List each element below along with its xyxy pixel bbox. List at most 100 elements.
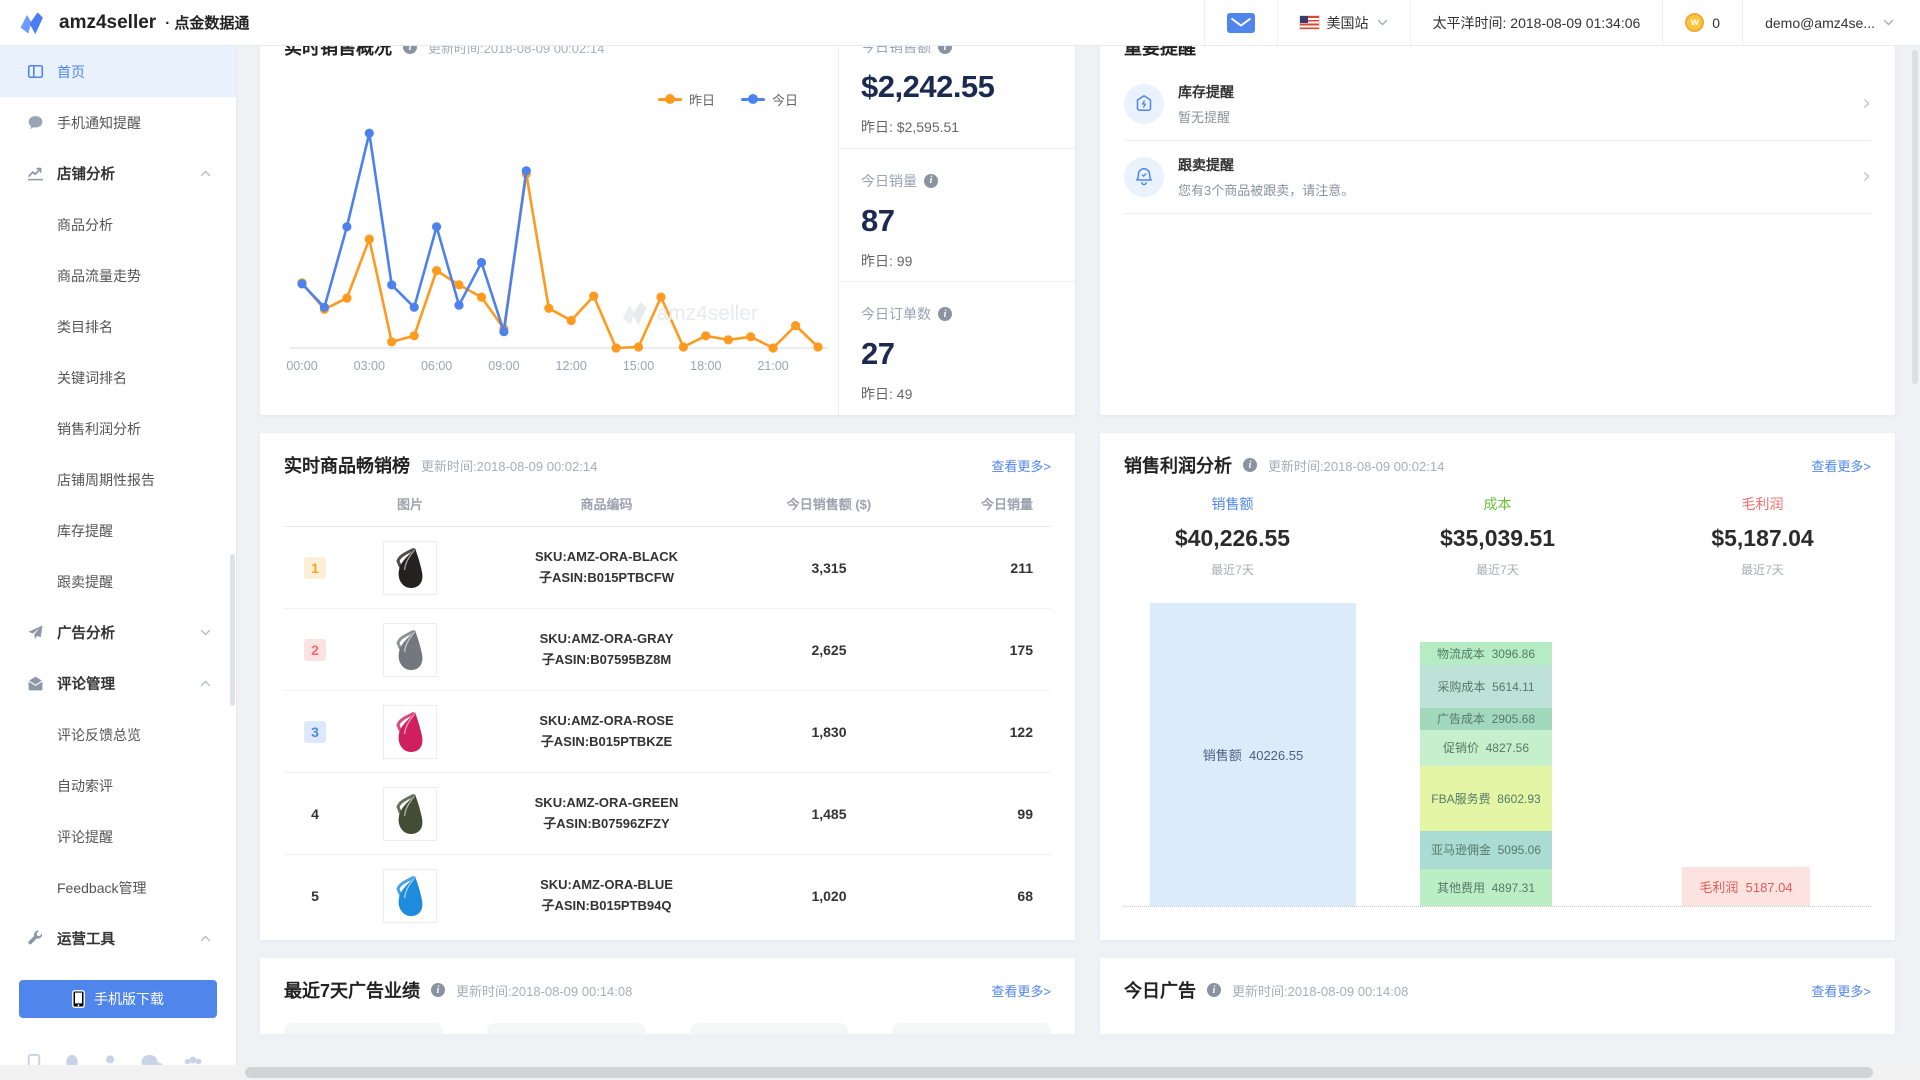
sidebar-item-7[interactable]: 关键词排名 (0, 352, 236, 403)
timezone-clock: 太平洋时间: 2018-08-09 01:34:06 (1410, 0, 1663, 45)
column-header: 今日销量 (919, 494, 1051, 513)
info-icon[interactable]: i (431, 983, 445, 997)
alert-title: 跟卖提醒 (1178, 155, 1354, 175)
today-sales: 1,830 (739, 724, 919, 740)
cost-segment: 其他费用 4897.31 (1420, 869, 1552, 906)
sidebar-nav: 首页手机通知提醒店铺分析商品分析商品流量走势类目排名关键词排名销售利润分析店铺周… (0, 46, 236, 964)
profit-title: 销售利润分析 (1124, 452, 1232, 478)
chevron-down-icon (1883, 19, 1894, 26)
mobile-download-button[interactable]: 手机版下载 (19, 980, 217, 1018)
sidebar-item-15[interactable]: 自动索评 (0, 760, 236, 811)
stat-yesterday: 昨日: 99 (861, 251, 1053, 271)
bestseller-row-1[interactable]: 1 SKU:AMZ-ORA-BLACK子ASIN:B015PTBCFW 3,31… (284, 527, 1051, 609)
ads7-updated: 更新时间:2018-08-09 00:14:08 (456, 981, 632, 1000)
cost-segment: 亚马逊佣金 5095.06 (1420, 831, 1552, 869)
svg-text:09:00: 09:00 (488, 359, 519, 373)
site-selector[interactable]: 美国站 (1277, 0, 1410, 45)
review-icon (27, 675, 44, 692)
mail-button[interactable] (1204, 0, 1277, 45)
time-label: 太平洋时间: 2018-08-09 01:34:06 (1433, 13, 1641, 33)
alert-item-2[interactable]: 跟卖提醒 您有3个商品被跟卖，请注意。 › (1124, 141, 1871, 214)
sidebar-item-14[interactable]: 评论反馈总览 (0, 709, 236, 760)
ads7-more-link[interactable]: 查看更多> (991, 981, 1051, 1000)
today-qty: 99 (919, 806, 1051, 822)
info-icon[interactable]: i (1243, 458, 1257, 472)
bestseller-row-5[interactable]: 5 SKU:AMZ-ORA-BLUE子ASIN:B015PTB94Q 1,020… (284, 855, 1051, 937)
sidebar-item-9[interactable]: 店铺周期性报告 (0, 454, 236, 505)
stat-yesterday: 昨日: 49 (861, 384, 1053, 404)
info-icon[interactable]: i (938, 307, 952, 321)
us-flag-icon (1300, 16, 1319, 29)
info-icon[interactable]: i (924, 174, 938, 188)
alert-desc: 您有3个商品被跟卖，请注意。 (1178, 180, 1354, 199)
page-horizontal-scrollbar[interactable] (245, 1067, 1873, 1078)
stat-placeholder (892, 1023, 1051, 1034)
sidebar-scrollbar[interactable] (230, 554, 235, 706)
coin-count: 0 (1712, 15, 1720, 31)
sidebar-item-5[interactable]: 商品流量走势 (0, 250, 236, 301)
sidebar-item-4[interactable]: 商品分析 (0, 199, 236, 250)
sidebar-item-1[interactable]: 首页 (0, 46, 236, 97)
svg-text:15:00: 15:00 (623, 359, 654, 373)
ads7-card: 最近7天广告业绩 i 更新时间:2018-08-09 00:14:08 查看更多… (260, 958, 1075, 1034)
svg-text:18:00: 18:00 (690, 359, 721, 373)
chevron-right-icon: › (1862, 166, 1871, 188)
sidebar-item-17[interactable]: Feedback管理 (0, 862, 236, 913)
stat-value: $35,039.51 (1365, 525, 1630, 552)
chevron-down-icon (200, 629, 211, 636)
sidebar-item-18[interactable]: 运营工具 (0, 913, 236, 964)
today-qty: 68 (919, 888, 1051, 904)
svg-text:00:00: 00:00 (286, 359, 317, 373)
svg-text:12:00: 12:00 (556, 359, 587, 373)
bestsellers-more-link[interactable]: 查看更多> (991, 456, 1051, 475)
svg-text:03:00: 03:00 (354, 359, 385, 373)
sidebar-item-12[interactable]: 广告分析 (0, 607, 236, 658)
page-vertical-scrollbar[interactable] (1912, 50, 1918, 384)
info-icon[interactable]: i (1207, 983, 1221, 997)
cost-segment: 广告成本 2905.68 (1420, 708, 1552, 730)
follow-sell-alert-icon (1124, 157, 1164, 197)
coin-balance[interactable]: w 0 (1662, 0, 1742, 45)
product-code: SKU:AMZ-ORA-BLACK子ASIN:B015PTBCFW (474, 547, 739, 589)
ads-today-more-link[interactable]: 查看更多> (1811, 981, 1871, 1000)
sidebar-item-6[interactable]: 类目排名 (0, 301, 236, 352)
legend-item-今日[interactable]: 今日 (741, 90, 798, 108)
column-header: 今日销售额 ($) (739, 494, 919, 513)
site-label: 美国站 (1327, 13, 1369, 33)
alert-title: 库存提醒 (1178, 82, 1234, 102)
product-image (383, 869, 437, 923)
sidebar-item-3[interactable]: 店铺分析 (0, 148, 236, 199)
bestseller-row-2[interactable]: 2 SKU:AMZ-ORA-GRAY子ASIN:B07595BZ8M 2,625… (284, 609, 1051, 691)
legend-item-昨日[interactable]: 昨日 (658, 90, 715, 108)
profit-updated: 更新时间:2018-08-09 00:02:14 (1268, 456, 1444, 475)
ads-today-updated: 更新时间:2018-08-09 00:14:08 (1232, 981, 1408, 1000)
alert-desc: 暂无提醒 (1178, 107, 1234, 126)
stat-value: $40,226.55 (1100, 525, 1365, 552)
rank-badge: 2 (304, 639, 326, 661)
profit-stat-1: 销售额 $40,226.55 最近7天 (1100, 494, 1365, 578)
mail-icon (1227, 13, 1255, 33)
ads7-stat-placeholders (284, 1023, 1051, 1034)
profit-more-link[interactable]: 查看更多> (1811, 456, 1871, 475)
coin-icon: w (1685, 13, 1704, 32)
rank-badge: 4 (304, 803, 326, 825)
sidebar-item-8[interactable]: 销售利润分析 (0, 403, 236, 454)
sidebar-item-16[interactable]: 评论提醒 (0, 811, 236, 862)
stat-placeholder (487, 1023, 646, 1034)
cost-segment: 促销价 4827.56 (1420, 730, 1552, 766)
account-menu[interactable]: demo@amz4se... (1742, 0, 1920, 45)
rank-badge: 1 (304, 557, 326, 579)
ad-analysis-icon (27, 624, 44, 641)
sidebar-item-11[interactable]: 跟卖提醒 (0, 556, 236, 607)
sidebar-item-13[interactable]: 评论管理 (0, 658, 236, 709)
alert-item-1[interactable]: 库存提醒 暂无提醒 › (1124, 68, 1871, 141)
sidebar-item-2[interactable]: 手机通知提醒 (0, 97, 236, 148)
bestseller-row-4[interactable]: 4 SKU:AMZ-ORA-GREEN子ASIN:B07596ZFZY 1,48… (284, 773, 1051, 855)
bestsellers-table-header: 图片商品编码今日销售额 ($)今日销量 (284, 494, 1051, 527)
main-content: 实时销售概况 i 更新时间:2018-08-09 00:02:14 昨日 今日 … (237, 0, 1920, 1034)
sidebar-item-10[interactable]: 库存提醒 (0, 505, 236, 556)
profit-waterfall-chart: 销售额 40226.55物流成本 3096.86采购成本 5614.11广告成本… (1124, 604, 1871, 907)
sales-chart-area: 实时销售概况 i 更新时间:2018-08-09 00:02:14 昨日 今日 … (260, 15, 838, 415)
inventory-alert-icon (1124, 84, 1164, 124)
bestseller-row-3[interactable]: 3 SKU:AMZ-ORA-ROSE子ASIN:B015PTBKZE 1,830… (284, 691, 1051, 773)
